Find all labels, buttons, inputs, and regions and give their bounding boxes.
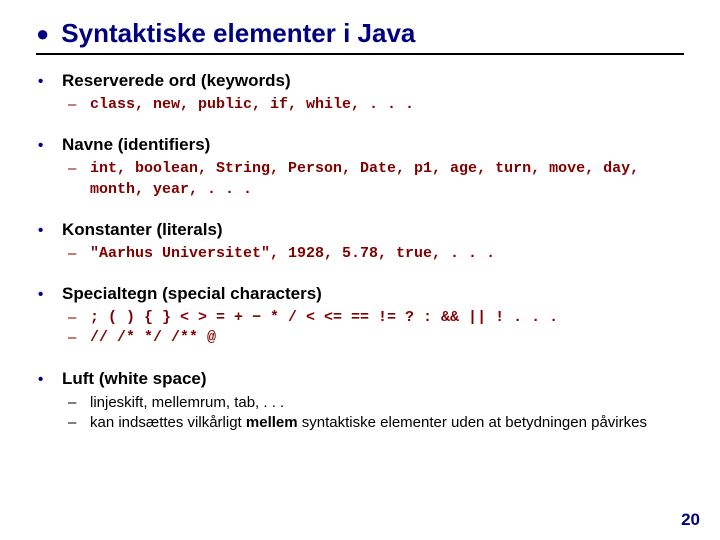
list-item-text: class, new, public, if, while, . . .: [90, 95, 684, 115]
dash-icon: –: [68, 328, 80, 348]
section-heading: • Navne (identifiers): [38, 135, 684, 157]
list-item: – "Aarhus Universitet", 1928, 5.78, true…: [68, 244, 684, 264]
list-item: – // /* */ /** @: [68, 328, 684, 348]
section-heading: • Konstanter (literals): [38, 220, 684, 242]
slide-title-row: ● Syntaktiske elementer i Java: [36, 18, 684, 55]
section-heading: • Reserverede ord (keywords): [38, 71, 684, 93]
list-item-text: // /* */ /** @: [90, 328, 684, 348]
title-bullet-icon: ●: [36, 23, 49, 45]
dash-icon: –: [68, 308, 80, 328]
slide: ● Syntaktiske elementer i Java • Reserve…: [0, 0, 720, 540]
list-item: – kan indsættes vilkårligt mellem syntak…: [68, 413, 684, 433]
dash-icon: –: [68, 393, 80, 413]
list-item-text: int, boolean, String, Person, Date, p1, …: [90, 159, 684, 200]
slide-title: Syntaktiske elementer i Java: [61, 18, 415, 49]
list-item-text: linjeskift, mellemrum, tab, . . .: [90, 393, 684, 413]
section-keywords: • Reserverede ord (keywords) – class, ne…: [36, 71, 684, 115]
bullet-icon: •: [38, 369, 52, 391]
list-item: – int, boolean, String, Person, Date, p1…: [68, 159, 684, 200]
section-heading-text: Reserverede ord (keywords): [62, 71, 291, 91]
list-item-text: "Aarhus Universitet", 1928, 5.78, true, …: [90, 244, 684, 264]
section-heading-text: Konstanter (literals): [62, 220, 223, 240]
dash-icon: –: [68, 95, 80, 115]
section-special-characters: • Specialtegn (special characters) – ; (…: [36, 284, 684, 349]
bullet-icon: •: [38, 284, 52, 306]
bullet-icon: •: [38, 135, 52, 157]
section-heading-text: Specialtegn (special characters): [62, 284, 322, 304]
section-heading: • Specialtegn (special characters): [38, 284, 684, 306]
dash-icon: –: [68, 244, 80, 264]
dash-icon: –: [68, 159, 80, 179]
section-heading-text: Navne (identifiers): [62, 135, 210, 155]
bullet-icon: •: [38, 71, 52, 93]
page-number: 20: [681, 510, 700, 530]
list-item: – ; ( ) { } < > = + − * / < <= == != ? :…: [68, 308, 684, 328]
dash-icon: –: [68, 413, 80, 433]
section-identifiers: • Navne (identifiers) – int, boolean, St…: [36, 135, 684, 200]
list-item-text: ; ( ) { } < > = + − * / < <= == != ? : &…: [90, 308, 684, 328]
section-heading-text: Luft (white space): [62, 369, 207, 389]
section-heading: • Luft (white space): [38, 369, 684, 391]
section-literals: • Konstanter (literals) – "Aarhus Univer…: [36, 220, 684, 264]
bullet-icon: •: [38, 220, 52, 242]
list-item-text: kan indsættes vilkårligt mellem syntakti…: [90, 413, 684, 433]
list-item: – class, new, public, if, while, . . .: [68, 95, 684, 115]
section-whitespace: • Luft (white space) – linjeskift, melle…: [36, 369, 684, 434]
list-item: – linjeskift, mellemrum, tab, . . .: [68, 393, 684, 413]
